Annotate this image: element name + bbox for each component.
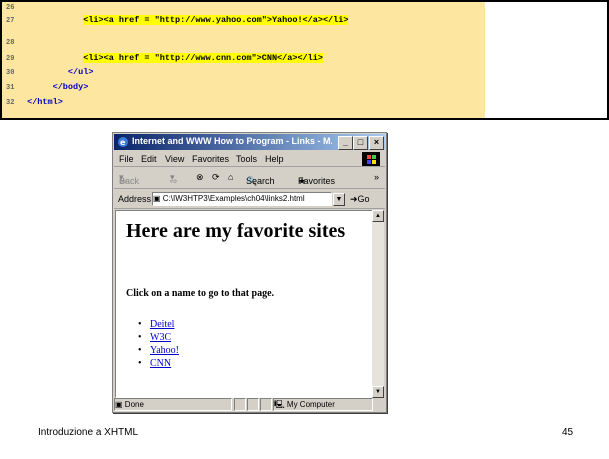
list-item: W3C [138,331,179,344]
menu-favorites[interactable]: Favorites [192,154,229,164]
code-text: <li><a href = "http://www.cnn.com">CNN</… [83,53,323,63]
code-line: 31 </body> [6,83,88,93]
page-content: Here are my favorite sites Click on a na… [115,210,373,398]
code-line: 28 [6,38,22,48]
scroll-down-icon[interactable]: ▼ [372,386,384,398]
stop-icon[interactable]: ⊗ [196,172,204,183]
code-line: 26 [6,3,22,13]
title-bar[interactable]: e Internet and WWW How to Program - Link… [114,134,385,150]
link-deitel[interactable]: Deitel [150,319,174,330]
code-line: 32 </html> [6,98,63,108]
code-line: 29 <li><a href = "http://www.cnn.com">CN… [6,53,323,64]
page-number: 45 [562,427,574,438]
status-text: Done [124,400,144,409]
line-number: 29 [6,55,15,63]
search-label: Search [246,176,275,186]
menu-help[interactable]: Help [265,154,284,164]
maximize-button[interactable]: □ [353,136,368,150]
list-item: Yahoo! [138,344,179,357]
forward-button[interactable]: ⇨ ▾ [170,172,178,186]
menu-view[interactable]: View [165,154,184,164]
go-button[interactable]: ➜Go [350,194,370,205]
close-button[interactable]: × [369,136,384,150]
code-line: 30 </ul> [6,68,93,78]
status-left: ▣ Done [114,398,232,411]
status-pane [247,398,259,411]
code-text: </html> [27,97,63,107]
page-heading: Here are my favorite sites [126,220,346,242]
go-arrow-icon: ➜ [350,194,358,204]
back-button[interactable]: ⇦ Back ▾ [119,172,139,186]
link-list: Deitel W3C Yahoo! CNN [138,318,179,370]
line-number: 27 [6,17,15,25]
refresh-icon[interactable]: ⟳ [212,172,220,183]
svg-text:e: e [120,138,126,147]
page-icon: ▣ [153,194,161,203]
menu-file[interactable]: File [119,154,134,164]
line-number: 30 [6,69,15,77]
address-label: Address [118,194,152,204]
menu-tools[interactable]: Tools [236,154,257,164]
line-number: 28 [6,39,15,47]
address-value: C:\IW3HTP3\Examples\ch04\links2.html [162,194,305,203]
status-pane [234,398,246,411]
computer-icon: 🖳 [274,400,285,409]
line-number: 32 [6,99,15,107]
status-pane [260,398,272,411]
windows-logo-icon [362,152,380,166]
toolbar: ⇦ Back ▾ ⇨ ▾ ⊗ ⟳ ⌂ 🔍 Search ★ Favorites » [114,168,385,189]
list-item: CNN [138,357,179,370]
browser-window: e Internet and WWW How to Program - Link… [112,132,387,413]
forward-arrow-icon: ⇨ [170,176,178,186]
code-listing: 26 27 <li><a href = "http://www.yahoo.co… [2,2,485,118]
menu-edit[interactable]: Edit [141,154,157,164]
frame-bottom-border [0,118,609,120]
address-bar: Address ▣ C:\IW3HTP3\Examples\ch04\links… [114,190,385,209]
go-label: Go [357,194,370,204]
status-zone: 🖳 My Computer [273,398,373,411]
internet-explorer-icon: e [118,137,128,147]
address-input[interactable]: ▣ C:\IW3HTP3\Examples\ch04\links2.html [152,192,332,206]
code-line: 27 <li><a href = "http://www.yahoo.com">… [6,15,349,26]
line-number: 26 [6,4,15,12]
minimize-button[interactable]: _ [338,136,353,150]
address-dropdown-icon[interactable]: ▼ [333,193,345,206]
line-number: 31 [6,84,15,92]
code-text: </body> [52,82,89,92]
menu-bar: File Edit View Favorites Tools Help [114,152,385,167]
list-item: Deitel [138,318,179,331]
toolbar-overflow-icon[interactable]: » [374,172,379,182]
home-icon[interactable]: ⌂ [228,172,233,182]
page-done-icon: ▣ [115,400,123,409]
code-text: <li><a href = "http://www.yahoo.com">Yah… [83,15,349,25]
footer-title: Introduzione a XHTML [38,427,139,438]
back-label: Back [119,176,140,186]
link-w3c[interactable]: W3C [150,332,171,343]
link-yahoo[interactable]: Yahoo! [150,345,179,356]
window-title: Internet and WWW How to Program - Links … [132,136,332,146]
scroll-up-icon[interactable]: ▲ [372,210,384,222]
vertical-scrollbar[interactable]: ▲ ▼ [372,210,384,398]
status-zone-text: My Computer [286,400,335,409]
favorites-label: Favorites [298,176,336,186]
code-text: </ul> [67,67,94,77]
status-bar: ▣ Done 🖳 My Computer [114,398,385,411]
page-paragraph: Click on a name to go to that page. [126,288,275,299]
link-cnn[interactable]: CNN [150,358,171,369]
